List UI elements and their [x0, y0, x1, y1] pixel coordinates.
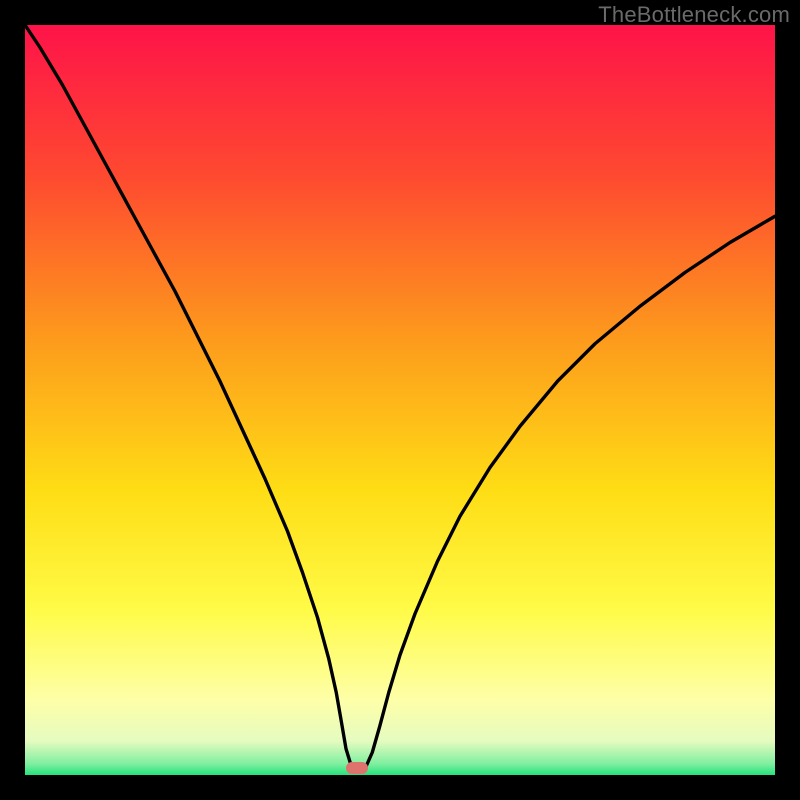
optimum-marker: [346, 762, 368, 774]
plot-area: [25, 25, 775, 775]
chart-frame: TheBottleneck.com: [0, 0, 800, 800]
watermark-text: TheBottleneck.com: [598, 2, 790, 28]
bottleneck-curve: [25, 25, 775, 775]
